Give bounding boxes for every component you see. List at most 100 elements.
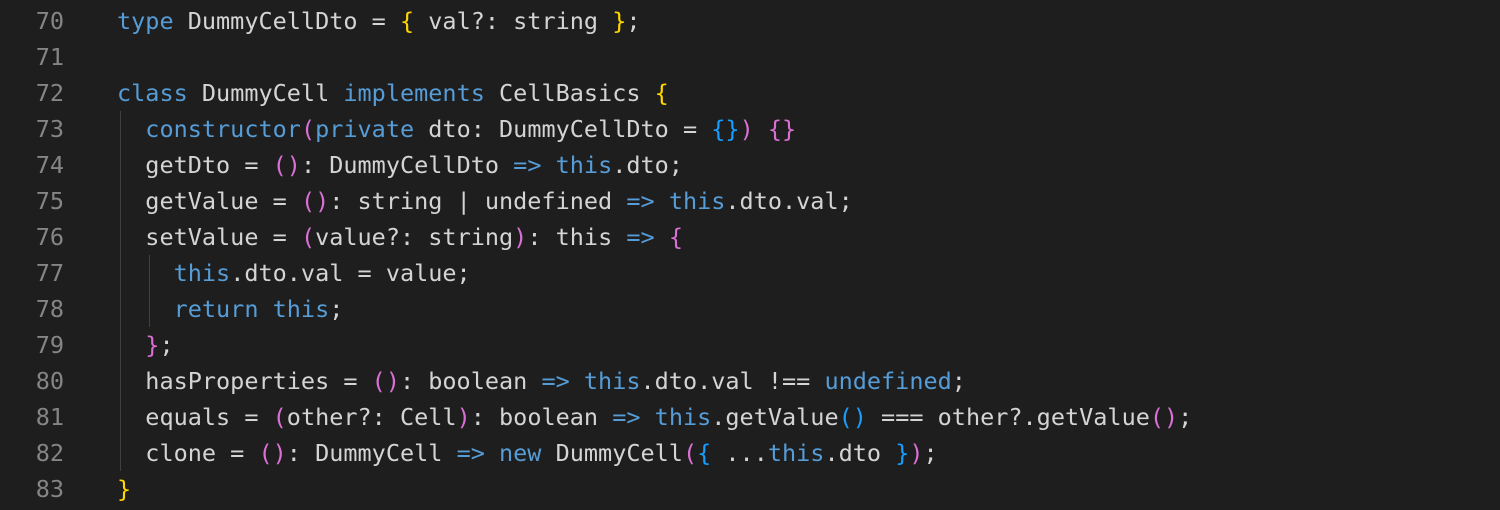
code-token: this	[654, 403, 712, 431]
code-token: : DummyCellDto	[300, 151, 514, 179]
code-token: .dto.val = value;	[230, 259, 471, 287]
code-text[interactable]: };	[117, 327, 174, 363]
code-token: this	[767, 439, 825, 467]
code-line[interactable]: 73 constructor(private dto: DummyCellDto…	[0, 111, 1500, 147]
code-token: ;	[1178, 403, 1193, 431]
code-token: ...	[711, 439, 768, 467]
code-token: : boolean	[399, 367, 542, 395]
code-token: .dto.val;	[725, 187, 853, 215]
code-token: type	[117, 7, 174, 35]
line-number: 80	[35, 367, 64, 395]
code-token: this	[272, 295, 330, 323]
code-token: .dto	[824, 439, 896, 467]
code-line[interactable]: 77 this.dto.val = value;	[0, 255, 1500, 291]
code-line[interactable]: 83}	[0, 471, 1500, 507]
code-token: .getValue	[711, 403, 839, 431]
line-number: 77	[35, 259, 64, 287]
code-token: ;	[923, 439, 938, 467]
code-token: {}	[711, 115, 740, 143]
line-number: 78	[35, 295, 64, 323]
code-token: ()	[258, 439, 287, 467]
code-line[interactable]: 72 class DummyCell implements CellBasics …	[0, 75, 1500, 111]
code-token: val?: string	[414, 7, 613, 35]
code-token: .dto.val !==	[640, 367, 825, 395]
code-text[interactable]: class DummyCell implements CellBasics {	[117, 75, 669, 111]
code-line[interactable]: 75 getValue = (): string | undefined => …	[0, 183, 1500, 219]
code-line[interactable]: 82 clone = (): DummyCell => new DummyCel…	[0, 435, 1500, 471]
code-text[interactable]: this.dto.val = value;	[117, 255, 471, 291]
code-token: DummyCellDto =	[173, 7, 400, 35]
line-number: 79	[35, 331, 64, 359]
code-text[interactable]: hasProperties = (): boolean => this.dto.…	[117, 363, 966, 399]
code-text[interactable]: setValue = (value?: string): this => {	[117, 219, 683, 255]
code-token: =>	[626, 187, 655, 215]
code-token: ;	[626, 7, 641, 35]
code-line[interactable]: 70 type DummyCellDto = { val?: string };	[0, 3, 1500, 39]
code-line[interactable]: 76 setValue = (value?: string): this => …	[0, 219, 1500, 255]
code-token: }	[612, 7, 627, 35]
code-text[interactable]: getDto = (): DummyCellDto => this.dto;	[117, 147, 683, 183]
code-token: ;	[329, 295, 344, 323]
code-token: =>	[456, 439, 485, 467]
code-text[interactable]: return this;	[117, 291, 344, 327]
code-token: =>	[513, 151, 542, 179]
code-token: : DummyCell	[286, 439, 457, 467]
code-line[interactable]: 71	[0, 39, 1500, 75]
code-token: }	[895, 439, 910, 467]
code-line[interactable]: 79 };	[0, 327, 1500, 363]
code-token: : boolean	[470, 403, 613, 431]
code-token: class	[117, 79, 188, 107]
code-token: === other?.getValue	[866, 403, 1150, 431]
code-token: this	[555, 151, 613, 179]
line-number: 75	[35, 187, 64, 215]
code-line[interactable]: 81 equals = (other?: Cell): boolean => t…	[0, 399, 1500, 435]
code-token: (	[682, 439, 698, 467]
code-token: .dto;	[612, 151, 683, 179]
code-text[interactable]: }	[117, 471, 131, 507]
code-token: {}	[767, 115, 797, 143]
code-token: {	[697, 439, 712, 467]
code-editor[interactable]: 70 type DummyCellDto = { val?: string }; 7…	[0, 3, 1500, 507]
code-token: (	[300, 223, 316, 251]
code-token: ()	[371, 367, 400, 395]
code-token: ;	[159, 331, 174, 359]
code-token: )	[456, 403, 471, 431]
code-line[interactable]: 78 return this;	[0, 291, 1500, 327]
code-token: (	[300, 115, 316, 143]
code-token: getValue =	[117, 187, 301, 215]
line-number: 76	[35, 223, 64, 251]
code-token: CellBasics	[484, 79, 655, 107]
code-token: private	[315, 115, 415, 143]
code-text[interactable]: type DummyCellDto = { val?: string };	[117, 3, 641, 39]
code-text[interactable]: clone = (): DummyCell => new DummyCell({…	[117, 435, 938, 471]
code-token: =>	[626, 223, 655, 251]
code-token: dto: DummyCellDto =	[414, 115, 712, 143]
line-number: 73	[35, 115, 64, 143]
code-token: hasProperties =	[117, 367, 372, 395]
code-line[interactable]: 80 hasProperties = (): boolean => this.d…	[0, 363, 1500, 399]
code-line[interactable]: 74 getDto = (): DummyCellDto => this.dto…	[0, 147, 1500, 183]
code-token: ;	[951, 367, 966, 395]
code-token: clone =	[117, 439, 259, 467]
code-text[interactable]: getValue = (): string | undefined => thi…	[117, 183, 853, 219]
line-number: 82	[35, 439, 64, 467]
code-text[interactable]: constructor(private dto: DummyCellDto = …	[117, 111, 796, 147]
line-number: 81	[35, 403, 64, 431]
code-token: ()	[272, 151, 301, 179]
code-text[interactable]: equals = (other?: Cell): boolean => this…	[117, 399, 1192, 435]
code-token: return	[173, 295, 259, 323]
code-token: setValue =	[117, 223, 301, 251]
code-token: other?: Cell	[286, 403, 457, 431]
